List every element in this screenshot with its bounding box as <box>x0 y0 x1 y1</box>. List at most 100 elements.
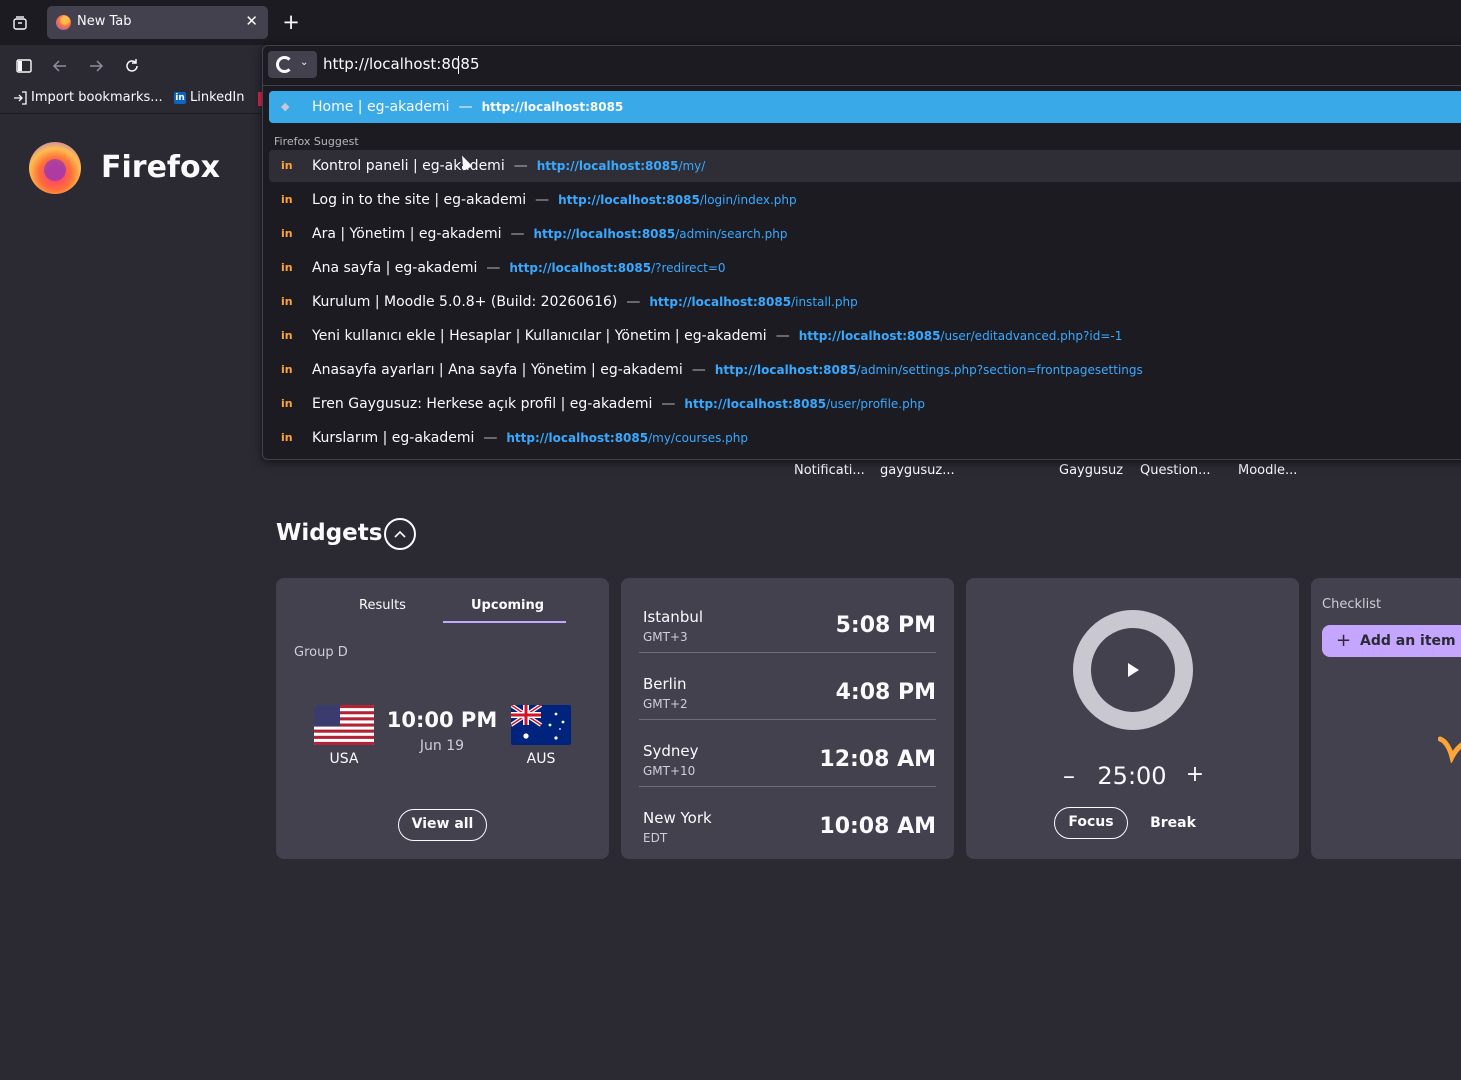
clock-timezone: GMT+2 <box>643 697 688 711</box>
break-button[interactable]: Break <box>1140 807 1206 839</box>
result-separator: — <box>486 260 501 276</box>
clock-timezone: EDT <box>643 831 668 845</box>
url-input[interactable] <box>323 55 1423 73</box>
result-separator: — <box>458 99 473 115</box>
add-item-button[interactable]: + Add an item <box>1322 625 1461 657</box>
clock-city: Sydney <box>643 742 699 760</box>
home-team: USA <box>329 751 359 767</box>
suggestion-row[interactable]: in Yeni kullanıcı ekle | Hesaplar | Kull… <box>269 320 1461 352</box>
clock-time: 4:08 PM <box>835 680 936 705</box>
firefox-suggest-header: Firefox Suggest <box>274 135 359 148</box>
result-title: Yeni kullanıcı ekle | Hesaplar | Kullanı… <box>312 328 767 344</box>
result-url-host: http://localhost:8085 <box>798 329 941 343</box>
result-url-path: /install.php <box>791 295 858 309</box>
clock-time: 10:08 AM <box>819 814 936 839</box>
shortcut-label[interactable]: Question... <box>1140 463 1211 478</box>
linkedin-icon: in <box>174 91 186 104</box>
match-time: 10:00 PM <box>386 708 498 732</box>
back-arrow-icon[interactable] <box>47 53 73 79</box>
moodle-favicon-icon: in <box>281 159 293 172</box>
usa-flag-icon <box>314 705 374 745</box>
top-result[interactable]: ◆ Home | eg-akademi — http://localhost:8… <box>269 91 1461 123</box>
new-tab-button[interactable]: + <box>280 9 302 35</box>
result-url-host: http://localhost:8085 <box>509 261 652 275</box>
clock-row: Berlin GMT+2 4:08 PM <box>639 653 936 720</box>
clock-row: Istanbul GMT+3 5:08 PM <box>639 586 936 653</box>
import-bookmarks-button[interactable]: Import bookmarks... <box>13 90 163 105</box>
clock-time: 5:08 PM <box>835 613 936 638</box>
tab-new-tab[interactable]: New Tab ✕ <box>47 6 268 39</box>
clock-timezone: GMT+3 <box>643 630 688 644</box>
increase-time-button[interactable]: + <box>1185 762 1205 787</box>
suggestion-row[interactable]: in Anasayfa ayarları | Ana sayfa | Yönet… <box>269 354 1461 386</box>
timer-value: 25:00 <box>1097 762 1167 790</box>
decrease-time-button[interactable]: – <box>1059 762 1079 790</box>
forward-arrow-icon[interactable] <box>83 53 109 79</box>
result-separator: — <box>483 430 498 446</box>
result-title: Ara | Yönetim | eg-akademi <box>312 226 502 242</box>
result-url-path: /admin/settings.php?section=frontpageset… <box>856 363 1143 377</box>
suggestion-row[interactable]: in Kurulum | Moodle 5.0.8+ (Build: 20260… <box>269 286 1461 318</box>
tab-results[interactable]: Results <box>359 598 406 613</box>
plus-icon: + <box>1336 630 1352 651</box>
clock-city: Berlin <box>643 675 687 693</box>
result-title: Log in to the site | eg-akademi <box>312 192 527 208</box>
moodle-favicon-icon: in <box>281 227 293 240</box>
result-title: Kontrol paneli | eg-akademi <box>312 158 505 174</box>
moodle-favicon-icon: in <box>281 431 293 444</box>
result-separator: — <box>775 328 790 344</box>
match-date: Jun 19 <box>419 738 465 754</box>
shortcut-label[interactable]: Gaygusuz <box>1059 463 1123 478</box>
text-caret <box>458 56 459 74</box>
view-all-button[interactable]: View all <box>398 809 487 841</box>
result-url-host: http://localhost:8085 <box>714 363 857 377</box>
clock-city: New York <box>643 809 712 827</box>
tab-upcoming[interactable]: Upcoming <box>471 598 544 613</box>
import-icon <box>14 90 27 105</box>
suggestion-row[interactable]: in Kurslarım | eg-akademi — http://local… <box>269 422 1461 454</box>
bookmark-linkedin[interactable]: in LinkedIn <box>174 90 244 105</box>
suggestion-row[interactable]: in Kontrol paneli | eg-akademi — http://… <box>269 150 1461 182</box>
shortcut-label[interactable]: Moodle... <box>1238 463 1297 478</box>
checklist-illustration-icon <box>1438 736 1461 763</box>
bookmark-linkedin-label: LinkedIn <box>190 90 245 105</box>
suggestion-row[interactable]: in Ana sayfa | eg-akademi — http://local… <box>269 252 1461 284</box>
moodle-favicon-icon: in <box>281 295 293 308</box>
tab-title: New Tab <box>77 14 132 29</box>
close-tab-icon[interactable]: ✕ <box>245 12 258 30</box>
google-icon <box>276 56 293 73</box>
clock-city: Istanbul <box>643 608 704 626</box>
result-url-path: /my/courses.php <box>648 431 748 445</box>
active-tab-indicator <box>443 621 566 623</box>
result-separator: — <box>510 226 525 242</box>
firefox-wordmark: Firefox <box>101 150 220 185</box>
away-team: AUS <box>526 751 556 767</box>
result-title: Ana sayfa | eg-akademi <box>312 260 478 276</box>
focus-button[interactable]: Focus <box>1054 807 1128 839</box>
suggestion-row[interactable]: in Eren Gaygusuz: Herkese açık profil | … <box>269 388 1461 420</box>
firefox-logo-icon <box>29 142 81 194</box>
checklist-label: Checklist <box>1322 597 1382 612</box>
reload-icon[interactable] <box>119 53 145 79</box>
result-url-path: /user/editadvanced.php?id=-1 <box>940 329 1123 343</box>
list-all-tabs-icon[interactable] <box>6 9 34 37</box>
timer-ring <box>1073 610 1193 730</box>
suggestion-row[interactable]: in Ara | Yönetim | eg-akademi — http://l… <box>269 218 1461 250</box>
chevron-up-icon <box>394 530 406 538</box>
sidebar-icon[interactable] <box>11 53 37 79</box>
play-icon[interactable] <box>1126 662 1140 678</box>
result-url-host: http://localhost:8085 <box>506 431 649 445</box>
result-url-host: http://localhost:8085 <box>649 295 792 309</box>
search-engine-button[interactable]: ⌄ <box>268 51 317 78</box>
result-title: Kurulum | Moodle 5.0.8+ (Build: 20260616… <box>312 294 618 310</box>
shortcut-label[interactable]: Notificati... <box>794 463 865 478</box>
collapse-widgets-button[interactable] <box>384 518 416 550</box>
suggestion-row[interactable]: in Log in to the site | eg-akademi — htt… <box>269 184 1461 216</box>
shortcut-label[interactable]: gaygusuz... <box>880 463 955 478</box>
australia-flag-icon <box>511 705 571 745</box>
result-url-host: http://localhost:8085 <box>533 227 676 241</box>
result-title: Home | eg-akademi <box>312 99 450 115</box>
tab-strip: New Tab ✕ + <box>0 0 1461 45</box>
chevron-down-icon: ⌄ <box>300 57 309 68</box>
moodle-favicon-icon: in <box>281 397 293 410</box>
